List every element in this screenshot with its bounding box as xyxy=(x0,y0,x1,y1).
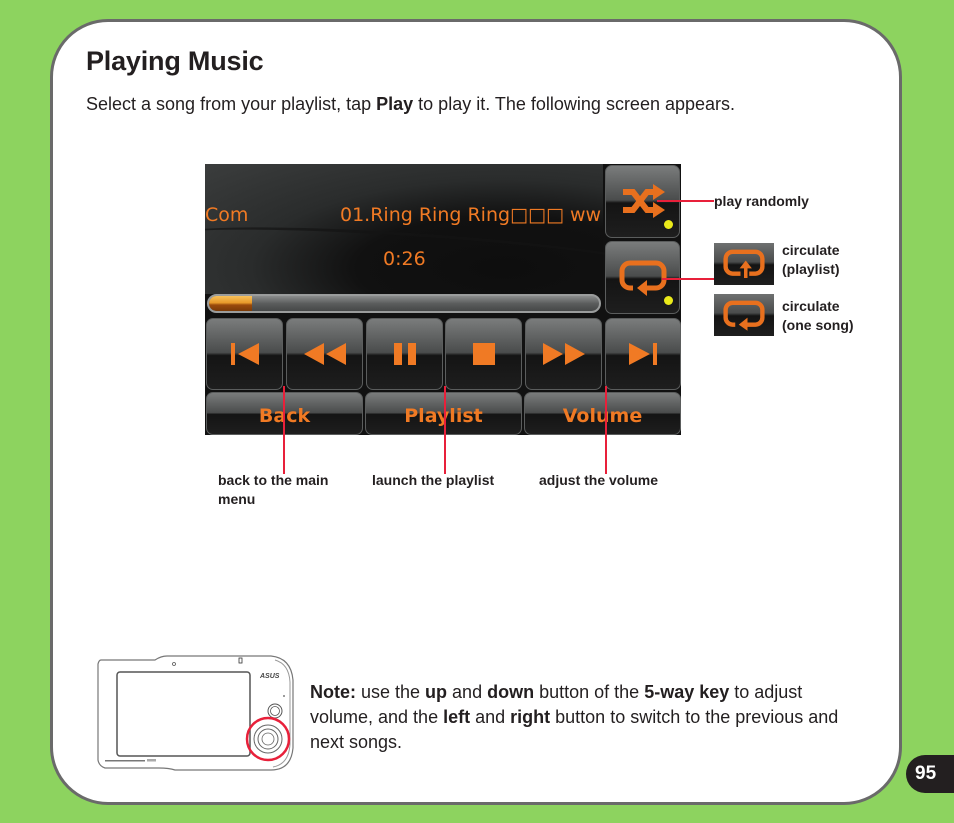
page-number-badge: 95 xyxy=(906,755,954,793)
volume-button-label: Volume xyxy=(562,404,643,427)
repeat-indicator-light xyxy=(664,296,673,305)
device-brand-logo: ASUS xyxy=(259,673,280,680)
annotation-line: circulate xyxy=(782,298,840,314)
callout-line-playlist xyxy=(444,386,446,474)
repeat-one-icon-sample xyxy=(714,294,774,336)
annotation-volume: adjust the volume xyxy=(539,472,659,488)
annotation-line: (one song) xyxy=(782,317,854,333)
note-keyword: down xyxy=(487,682,535,702)
play-keyword: Play xyxy=(376,94,414,114)
shuffle-indicator-light xyxy=(664,220,673,229)
fast-forward-icon xyxy=(542,343,585,365)
now-playing-background xyxy=(205,164,603,294)
note-keyword: left xyxy=(443,707,471,727)
repeat-icon xyxy=(619,260,666,296)
intro-text-part: to play it. The following screen appears… xyxy=(413,94,736,114)
progress-fill xyxy=(209,296,252,311)
note-keyword: 5-way key xyxy=(644,682,730,702)
annotation-line: menu xyxy=(218,491,256,507)
annotation-line: back to the main xyxy=(218,472,329,488)
repeat-one-icon xyxy=(723,300,765,331)
intro-text-part: Select a song from your playlist, tap xyxy=(86,94,377,114)
annotation-line: (playlist) xyxy=(782,261,840,277)
fast-forward-button[interactable] xyxy=(525,318,602,390)
annotation-line: circulate xyxy=(782,242,840,258)
previous-track-button[interactable] xyxy=(206,318,283,390)
pause-icon xyxy=(393,343,416,365)
note-text-part: button of the xyxy=(534,682,645,702)
annotation-back: back to the main menu xyxy=(218,471,328,509)
elapsed-time: 0:26 xyxy=(383,248,426,270)
note-keyword: right xyxy=(510,707,551,727)
stop-button[interactable] xyxy=(445,318,522,390)
volume-button[interactable]: Volume xyxy=(524,392,681,435)
note-text-part: and xyxy=(470,707,511,727)
annotation-play-randomly: play randomly xyxy=(714,193,809,209)
repeat-playlist-icon xyxy=(723,249,765,278)
page-title: Playing Music xyxy=(86,46,264,76)
music-player-screen: Com 01.Ring Ring Ring□□□ ww 0:26 Volume xyxy=(205,164,681,435)
rewind-icon xyxy=(303,343,346,365)
callout-line-shuffle xyxy=(657,200,714,202)
song-title: 01.Ring Ring Ring□□□ ww xyxy=(340,204,602,226)
annotation-playlist: launch the playlist xyxy=(372,472,495,488)
device-illustration: ASUS xyxy=(97,655,294,771)
skip-previous-icon xyxy=(230,343,259,365)
annotation-circulate-playlist: circulate (playlist) xyxy=(782,241,840,279)
callout-line-back xyxy=(283,386,285,474)
skip-next-icon xyxy=(629,343,657,365)
scrolling-text-fragment: Com xyxy=(205,204,249,226)
note-label: Note: xyxy=(310,682,356,702)
note-text: Note: use the up and down button of the … xyxy=(310,680,840,755)
pause-button[interactable] xyxy=(366,318,443,390)
note-text-part: use the xyxy=(356,682,426,702)
callout-line-volume xyxy=(605,386,607,474)
note-keyword: up xyxy=(425,682,448,702)
rewind-button[interactable] xyxy=(286,318,363,390)
intro-text: Select a song from your playlist, tap Pl… xyxy=(86,94,735,115)
repeat-playlist-icon-sample xyxy=(714,243,774,285)
note-text-part: and xyxy=(447,682,488,702)
next-track-button[interactable] xyxy=(605,318,681,390)
stop-icon xyxy=(472,343,495,365)
annotation-circulate-one-song: circulate (one song) xyxy=(782,297,854,335)
callout-line-repeat xyxy=(662,278,714,280)
progress-bar[interactable] xyxy=(207,294,601,313)
